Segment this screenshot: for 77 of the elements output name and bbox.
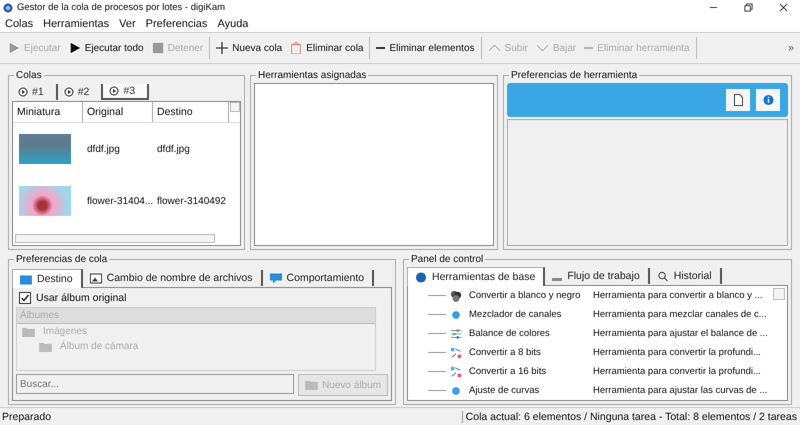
- circle-icon: [415, 272, 427, 282]
- search-field[interactable]: Buscar...: [16, 374, 294, 394]
- table-cell-text: flower-31404...: [86, 196, 153, 206]
- column-header[interactable]: Original: [83, 102, 153, 122]
- folder-icon: [305, 380, 318, 390]
- play-icon: [68, 42, 81, 54]
- info-icon: [762, 94, 774, 106]
- status-text: Preparado: [1, 410, 52, 422]
- circles-icon: [450, 290, 462, 302]
- column-header[interactable]: Miniatura: [13, 102, 83, 122]
- chevron-up-icon: [488, 44, 501, 52]
- control-tab[interactable]: Flujo de trabajo: [545, 268, 650, 284]
- column-header[interactable]: Destino: [153, 102, 229, 122]
- checkmark-icon: [20, 293, 30, 303]
- panel-title: Panel de control: [410, 254, 484, 265]
- table-cell-text: dfdf.jpg: [156, 144, 191, 154]
- panel-title: Colas: [15, 70, 43, 81]
- control-tab[interactable]: Herramientas de base: [407, 267, 546, 286]
- status-text: Cola actual: 6 elementos / Ninguna tarea - Total: 8 elementos / 2 tareas: [462, 410, 800, 422]
- document-icon: [732, 94, 744, 106]
- app-logo-icon: [3, 2, 13, 12]
- toolbar-button[interactable]: Eliminar cola: [286, 40, 368, 56]
- window-title: Gestor de la cola de procesos por lotes - digiKam: [17, 2, 226, 13]
- folder-icon: [22, 326, 35, 336]
- scrollbar[interactable]: [773, 288, 785, 300]
- settings-tab[interactable]: Destino: [12, 269, 83, 288]
- tool-row[interactable]: Convertir a 16 bits Herramienta para convertir la profundi...: [414, 362, 773, 381]
- stop-icon: [152, 42, 164, 54]
- menu-item[interactable]: Preferencias: [146, 18, 208, 30]
- tool-row[interactable]: Ajuste de curvas Herramienta para ajustar las curvas de ...: [414, 381, 773, 400]
- panel-title: Preferencias de cola: [15, 254, 108, 265]
- panel-title: Preferencias de herramienta: [510, 70, 638, 81]
- use-original-album-checkbox[interactable]: Usar álbum original: [16, 292, 388, 304]
- scrollbar[interactable]: [15, 234, 215, 243]
- tool-row[interactable]: Mezclador de canales Herramienta para mezclar canales de c...: [414, 305, 773, 324]
- plus-icon: [216, 42, 228, 54]
- play-circle-icon: [18, 87, 28, 97]
- folder-icon: [20, 274, 32, 284]
- info-button[interactable]: [756, 89, 780, 111]
- tool-row[interactable]: Balance de colores Herramienta para ajustar el balance de ...: [414, 324, 773, 343]
- settings-tab[interactable]: Cambio de nombre de archivos: [82, 270, 263, 286]
- photo-placeholder: [19, 134, 71, 164]
- play-circle-icon: [109, 86, 120, 96]
- toolbar-overflow-button[interactable]: »: [786, 42, 796, 54]
- queue-tab[interactable]: #3: [103, 84, 150, 100]
- control-tab[interactable]: Historial: [650, 268, 722, 284]
- photo-placeholder: [19, 186, 71, 216]
- restore-icon[interactable]: [744, 3, 753, 12]
- menu-item[interactable]: Herramientas: [43, 18, 110, 30]
- panel-title: Herramientas asignadas: [257, 70, 368, 81]
- convert-icon: [450, 346, 462, 358]
- menu-item[interactable]: Ver: [119, 18, 136, 30]
- trash-icon: [290, 42, 302, 54]
- menu-item[interactable]: Ayuda: [217, 18, 248, 30]
- speech-bubble-icon: [270, 272, 282, 284]
- close-icon[interactable]: [779, 3, 788, 12]
- tool-row[interactable]: Convertir a blanco y negro Herramienta para convertir a blanco y ...: [414, 286, 773, 305]
- minus-icon: [376, 47, 386, 49]
- play-circle-icon: [64, 87, 74, 97]
- menu-item[interactable]: Colas: [5, 18, 34, 30]
- image-icon: [90, 272, 102, 284]
- document-button[interactable]: [726, 89, 750, 111]
- toolbar-button[interactable]: Nueva cola: [212, 40, 286, 56]
- scrollbar[interactable]: [230, 102, 240, 112]
- settings-tab[interactable]: Comportamiento: [262, 270, 374, 286]
- tool-row[interactable]: Convertir a 8 bits Herramienta para convertir la profundi...: [414, 343, 773, 362]
- toolbar-button[interactable]: Eliminar elementos: [372, 40, 479, 56]
- table-cell-text: flower-3140492: [156, 196, 227, 206]
- chevron-down-icon: [536, 44, 549, 52]
- minus-icon: [584, 47, 594, 49]
- table-cell-text: dfdf.jpg: [86, 144, 121, 154]
- play-icon: [8, 42, 20, 54]
- convert-icon: [450, 366, 462, 378]
- sliders-icon: [450, 328, 462, 340]
- search-icon: [656, 270, 669, 282]
- toolbar-button[interactable]: Ejecutar todo: [64, 40, 148, 56]
- folder-icon: [39, 342, 52, 352]
